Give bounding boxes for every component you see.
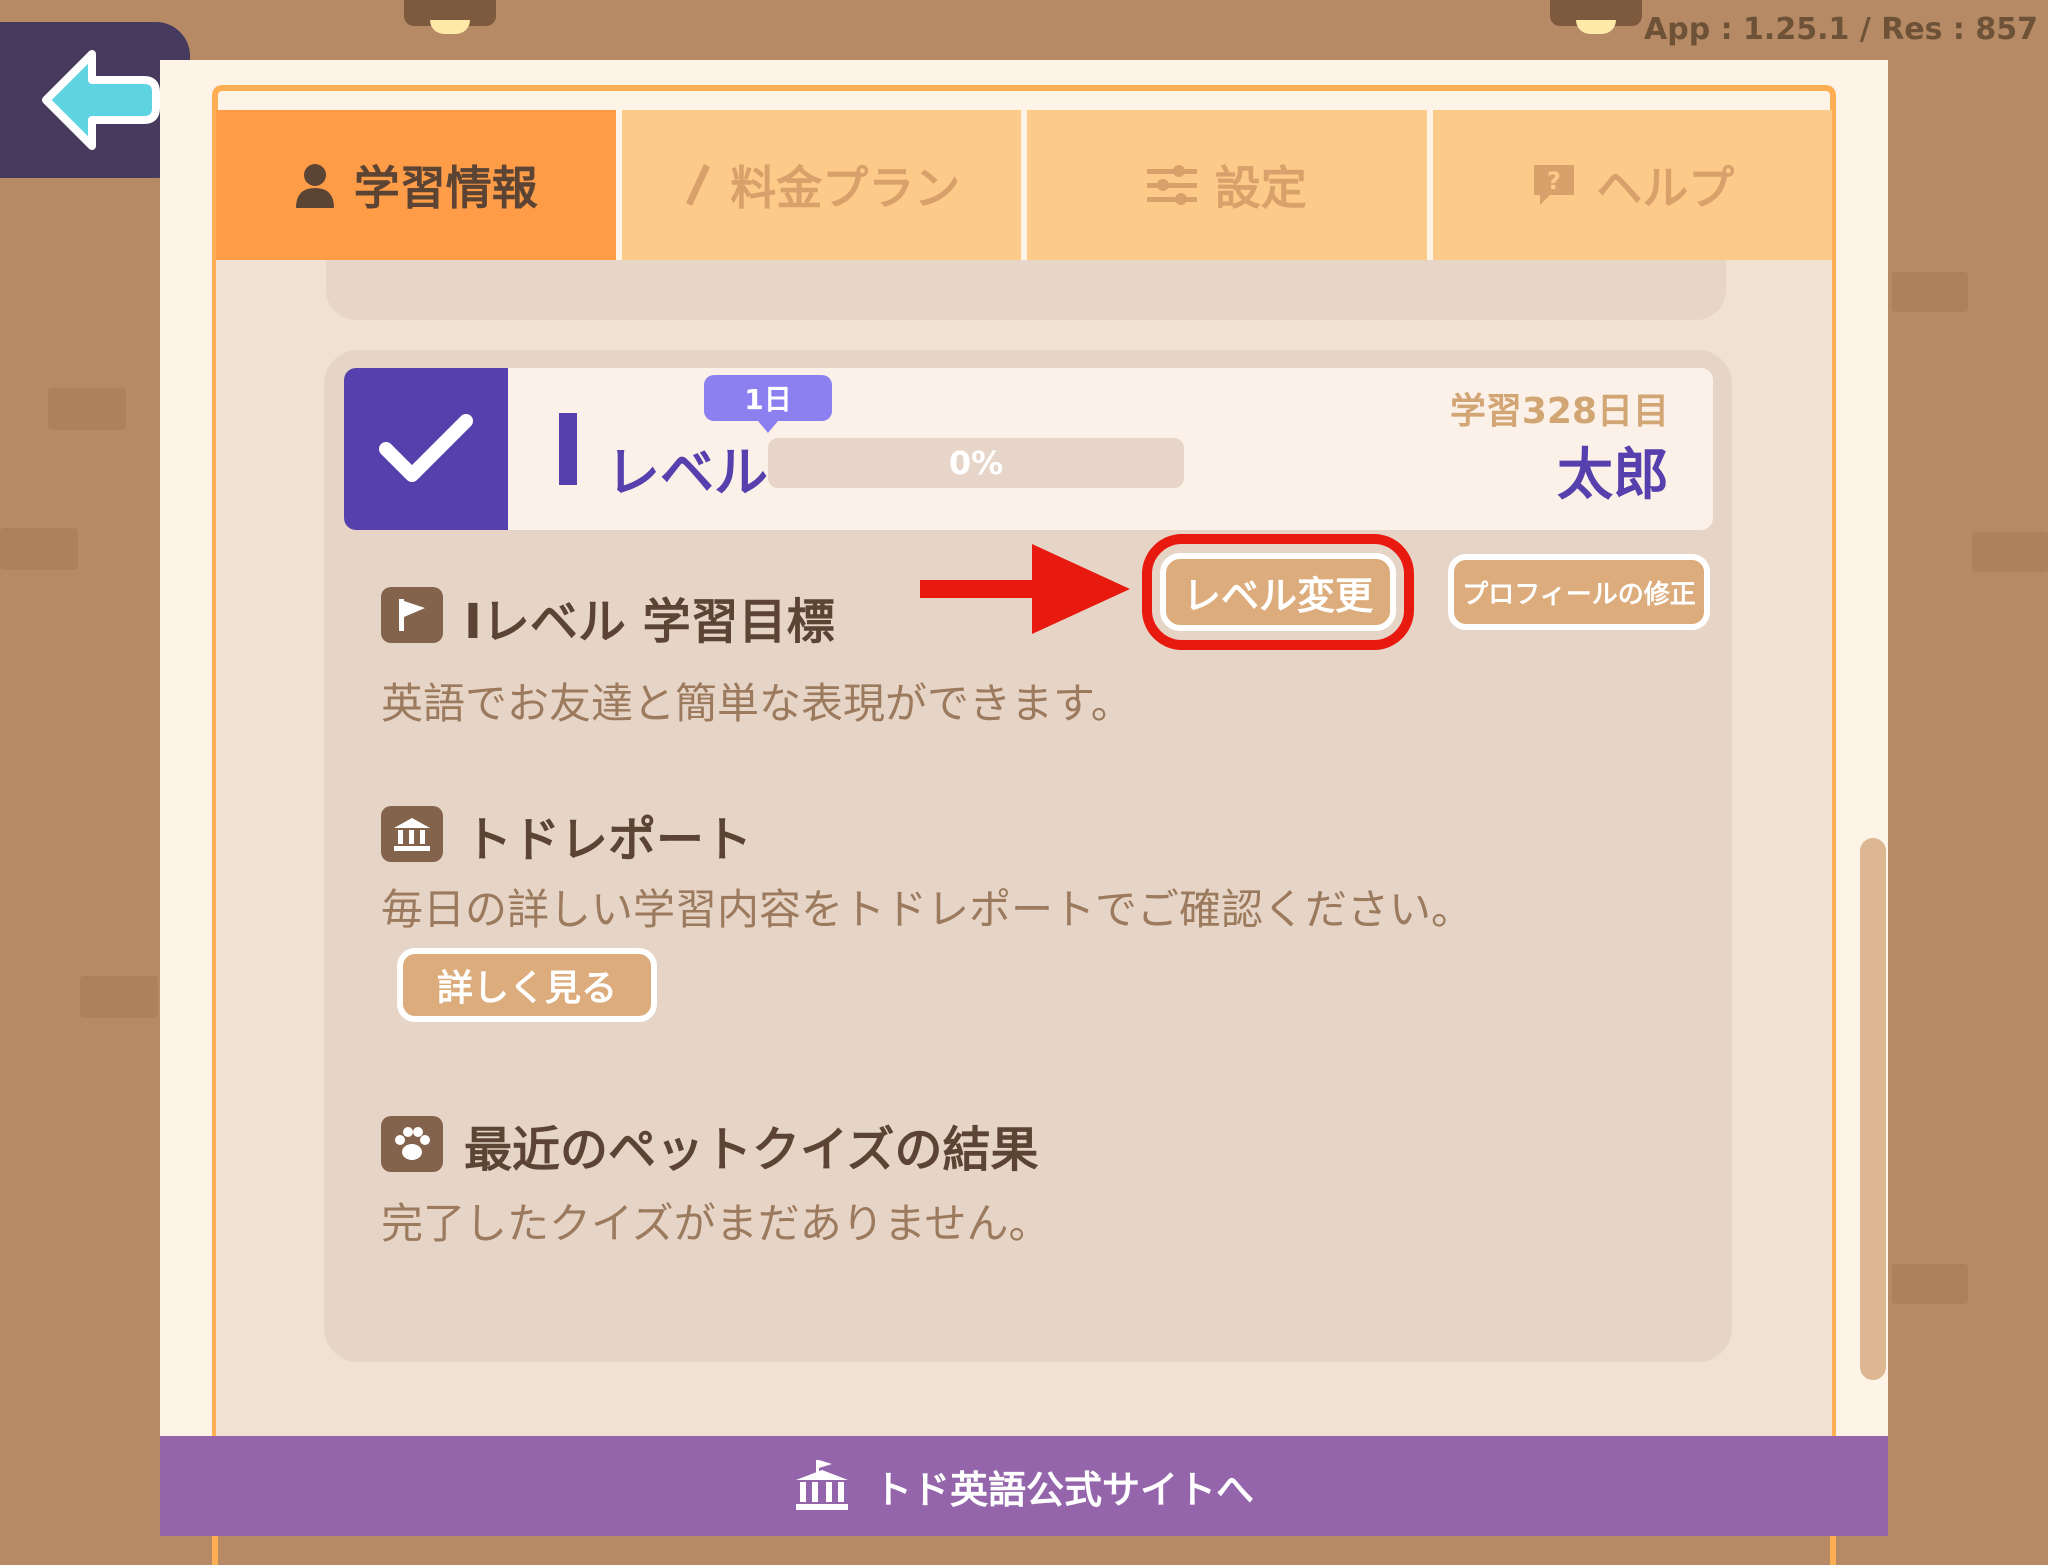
background-brick (80, 976, 158, 1018)
tab-label: ヘルプ (1596, 161, 1735, 215)
level-progress-bar: 0% (768, 438, 1184, 488)
main-panel: 学習情報 料金プラン 設定 ? ヘルプ レベル 1日 0% 学習328日目 太郎… (160, 60, 1888, 1565)
content-area: レベル 1日 0% 学習328日目 太郎 レベル変更 プロフィールの修正 Iレベ… (216, 260, 1832, 1536)
quiz-title: 最近のペットクイズの結果 (464, 1122, 1039, 1178)
tab-help[interactable]: ? ヘルプ (1432, 110, 1832, 260)
background-brick (1972, 532, 2048, 572)
study-info-card: レベル 1日 0% 学習328日目 太郎 レベル変更 プロフィールの修正 Iレベ… (324, 350, 1732, 1362)
level-change-button[interactable]: レベル変更 (1160, 553, 1396, 631)
back-arrow-icon (42, 50, 160, 150)
pencil-icon (686, 164, 711, 206)
tab-label: 学習情報 (353, 161, 538, 215)
building-icon (795, 1460, 848, 1510)
person-icon (295, 164, 334, 208)
tab-bar: 学習情報 料金プラン 設定 ? ヘルプ (216, 110, 1832, 260)
previous-card-edge (326, 260, 1726, 320)
ceiling-lamp (404, 0, 496, 34)
check-icon (379, 414, 473, 482)
profile-header: レベル 1日 0% 学習328日目 太郎 (344, 368, 1713, 530)
view-details-button[interactable]: 詳しく見る (397, 948, 657, 1022)
sliders-icon (1146, 165, 1197, 205)
paw-icon (381, 1116, 443, 1172)
tab-pricing-plan[interactable]: 料金プラン (621, 110, 1021, 260)
scrollbar[interactable] (1860, 838, 1886, 1380)
red-arrow-annotation (920, 544, 1130, 634)
footer-label: トド英語公式サイトへ (873, 1467, 1254, 1512)
level-label: レベル (606, 441, 768, 504)
tab-study-info[interactable]: 学習情報 (216, 110, 616, 260)
help-bubble-icon: ? (1534, 165, 1575, 205)
check-badge (344, 368, 508, 530)
background-brick (1892, 1264, 1968, 1304)
background-brick (1892, 272, 1968, 312)
report-icon (381, 806, 443, 862)
background-brick (48, 388, 126, 430)
day-badge: 1日 (704, 375, 832, 433)
report-title: トドレポート (464, 812, 753, 868)
quiz-text: 完了したクイズがまだありません。 (381, 1199, 1051, 1248)
goal-title: Iレベル 学習目標 (464, 594, 835, 650)
report-text: 毎日の詳しい学習内容をトドレポートでご確認ください。 (381, 885, 1474, 934)
svg-text:?: ? (1547, 167, 1561, 195)
tab-settings[interactable]: 設定 (1027, 110, 1427, 260)
username: 太郎 (1557, 443, 1669, 508)
profile-edit-button[interactable]: プロフィールの修正 (1448, 554, 1710, 630)
goal-text: 英語でお友達と簡単な表現ができます。 (381, 679, 1133, 728)
study-days: 学習328日目 (1449, 391, 1669, 432)
official-site-link[interactable]: トド英語公式サイトへ (160, 1436, 1888, 1536)
background-brick (0, 528, 78, 570)
ceiling-lamp (1550, 0, 1642, 34)
app-version: App : 1.25.1 / Res : 857 (1644, 12, 2038, 47)
tab-label: 設定 (1214, 161, 1307, 215)
flag-icon (381, 587, 443, 643)
level-indicator-mark (559, 413, 577, 485)
tab-label: 料金プラン (730, 161, 961, 215)
progress-text: 0% (948, 444, 1004, 482)
